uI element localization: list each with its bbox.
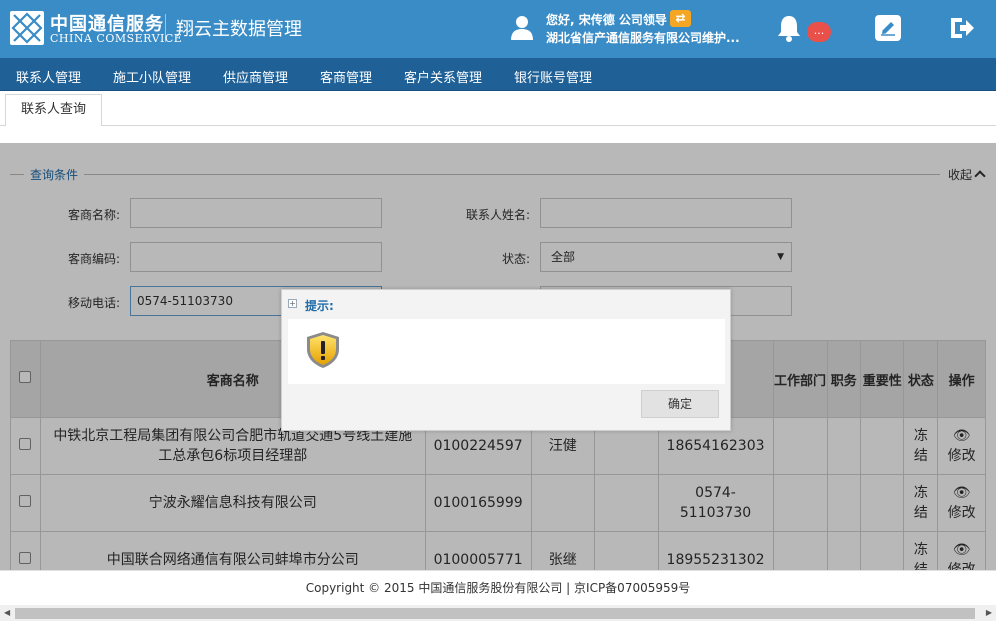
nav-suppliers[interactable]: 供应商管理 bbox=[223, 67, 288, 86]
dialog-window-icon: + bbox=[288, 299, 297, 308]
dialog-header: + 提示: bbox=[282, 290, 730, 318]
horizontal-scrollbar[interactable]: ◀ ▶ bbox=[0, 605, 996, 621]
app-header: 中国通信服务 CHINA COMSERVICE 翔云主数据管理 您好, 宋传德 … bbox=[0, 0, 996, 58]
nav-bank-accounts[interactable]: 银行账号管理 bbox=[514, 67, 592, 86]
dialog-body bbox=[288, 319, 725, 384]
scrollbar-thumb[interactable] bbox=[15, 608, 975, 619]
tab-contact-query[interactable]: 联系人查询 bbox=[5, 94, 103, 127]
main-nav: 联系人管理 施工小队管理 供应商管理 客商管理 客户关系管理 银行账号管理 bbox=[0, 58, 996, 91]
user-greeting: 您好, 宋传德 公司领导 bbox=[546, 13, 667, 27]
switch-role-icon[interactable]: ⇄ bbox=[670, 10, 691, 27]
tab-bar: 联系人查询 bbox=[0, 91, 996, 127]
company-logo-icon bbox=[10, 11, 44, 45]
logo-english-text: CHINA COMSERVICE bbox=[50, 32, 183, 45]
logout-icon[interactable] bbox=[948, 15, 976, 41]
user-icon bbox=[511, 16, 533, 40]
dialog-title: 提示: bbox=[305, 299, 334, 313]
pencil-icon bbox=[881, 22, 895, 36]
scroll-right-icon[interactable]: ▶ bbox=[986, 608, 992, 617]
notification-badge[interactable]: ... bbox=[807, 22, 831, 42]
nav-merchants[interactable]: 客商管理 bbox=[320, 67, 372, 86]
nav-construction-teams[interactable]: 施工小队管理 bbox=[113, 67, 191, 86]
app-title: 翔云主数据管理 bbox=[176, 19, 302, 40]
nav-customer-relations[interactable]: 客户关系管理 bbox=[404, 67, 482, 86]
warning-shield-icon bbox=[307, 332, 339, 368]
alert-dialog: + 提示: 确定 bbox=[281, 289, 731, 431]
bell-icon[interactable] bbox=[776, 14, 802, 42]
edit-profile-button[interactable] bbox=[875, 15, 901, 41]
page-footer: Copyright © 2015 中国通信服务股份有限公司 | 京ICP备070… bbox=[0, 570, 996, 606]
logo-divider bbox=[165, 14, 166, 42]
nav-contacts[interactable]: 联系人管理 bbox=[16, 67, 81, 86]
dialog-ok-button[interactable]: 确定 bbox=[641, 390, 719, 418]
user-organization: 湖北省信产通信服务有限公司维护... bbox=[546, 31, 740, 45]
scroll-left-icon[interactable]: ◀ bbox=[4, 608, 10, 617]
